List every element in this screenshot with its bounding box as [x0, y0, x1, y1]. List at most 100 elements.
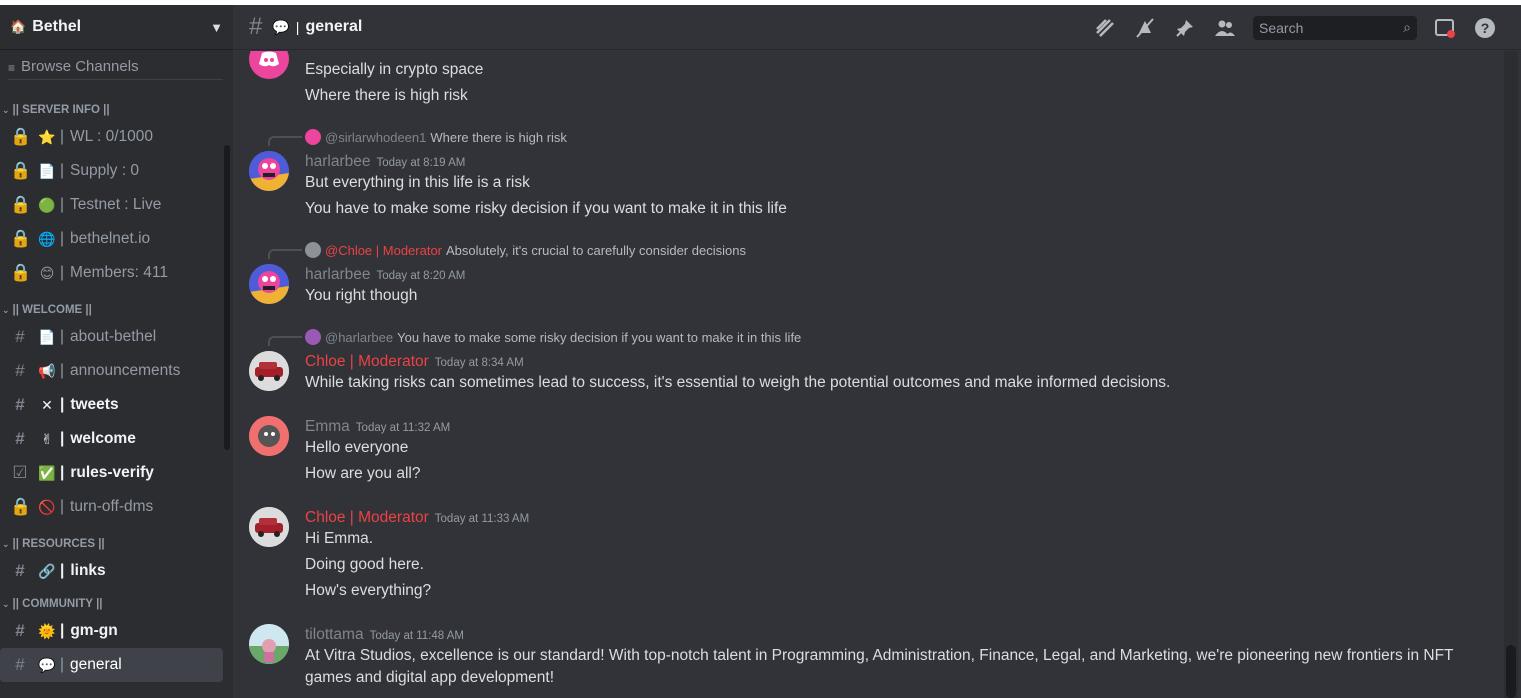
avatar[interactable]	[249, 151, 289, 191]
browse-channels[interactable]: ≡ Browse Channels	[8, 50, 223, 80]
page-emoji: 📄	[38, 328, 56, 345]
channel-name: announcements	[70, 362, 181, 379]
browse-icon: ≡	[8, 61, 16, 75]
category-resources[interactable]: ⌄ || RESOURCES ||	[0, 534, 233, 554]
channel-name: Members: 411	[70, 264, 168, 281]
channel-members[interactable]: 🔒 😊 | Members: 411	[0, 256, 233, 290]
channel-name: general	[70, 656, 122, 673]
channel-links[interactable]: # 🔗 | links	[0, 554, 233, 588]
server-header[interactable]: 🏠 Bethel ▼	[0, 5, 233, 50]
reply-spine	[268, 249, 302, 259]
reply-username[interactable]: @sirlarwhodeen1	[325, 130, 426, 145]
house-icon: 🏠	[10, 19, 27, 34]
username[interactable]: Chloe | Moderator	[305, 509, 429, 526]
channel-name: bethelnet.io	[70, 230, 151, 247]
message-line: You have to make some risky decision if …	[305, 200, 787, 217]
pin-icon[interactable]	[1165, 5, 1205, 50]
checkbox-icon: ☑	[12, 463, 28, 482]
timestamp: Today at 8:19 AM	[376, 157, 466, 169]
channel-about-bethel[interactable]: # 📄 | about-bethel	[0, 320, 233, 354]
avatar	[305, 329, 321, 345]
inbox-icon[interactable]	[1425, 5, 1465, 50]
message-line: Doing good here.	[305, 556, 424, 573]
message-author: tilottama Today at 11:48 AM	[305, 626, 464, 644]
channel-turn-off-dms[interactable]: 🔒 🚫 | turn-off-dms	[0, 490, 233, 524]
sun-emoji: 🌞	[38, 622, 56, 639]
avatar[interactable]	[249, 624, 289, 664]
link-emoji: 🔗	[38, 562, 56, 579]
channel-name: rules-verify	[70, 464, 154, 481]
category-community[interactable]: ⌄ || COMMUNITY ||	[0, 594, 233, 614]
avatar[interactable]	[249, 351, 289, 391]
hash-icon: #	[15, 429, 25, 448]
reply-preview[interactable]: @harlarbee You have to make some risky d…	[305, 329, 801, 345]
search-input[interactable]: Search ⌕	[1253, 15, 1417, 40]
message-line: But everything in this life is a risk	[305, 174, 530, 191]
lock-icon: 🔒	[10, 161, 32, 180]
message-line: Where there is high risk	[305, 87, 468, 104]
channel-sidebar: 🏠 Bethel ▼ ≡ Browse Channels ⌄ || SERVER …	[0, 5, 233, 698]
caret-icon: ⌄	[2, 304, 10, 315]
reply-username[interactable]: @harlarbee	[325, 330, 393, 345]
notification-muted-icon[interactable]	[1125, 5, 1165, 50]
channel-gm-gn[interactable]: # 🌞 | gm-gn	[0, 614, 233, 648]
username[interactable]: harlarbee	[305, 153, 371, 170]
message-line: Hello everyone	[305, 439, 409, 456]
speech-bubble-emoji: 💬	[38, 656, 56, 673]
category-server-info[interactable]: ⌄ || SERVER INFO ||	[0, 100, 233, 120]
star-emoji: ⭐	[38, 128, 56, 145]
message-line: You right though	[305, 287, 418, 304]
victory-hand-emoji: ✌	[41, 430, 53, 447]
server-name: Bethel	[32, 18, 82, 35]
timestamp: Today at 11:48 AM	[369, 630, 464, 642]
username[interactable]: harlarbee	[305, 266, 371, 283]
channel-header: # 💬 | general Search ⌕ ?	[233, 5, 1521, 50]
globe-emoji: 🌐	[38, 230, 56, 247]
sidebar-scrollbar[interactable]	[224, 145, 230, 450]
avatar	[305, 129, 321, 145]
channel-tweets[interactable]: # ✕ | tweets	[0, 388, 233, 422]
threads-icon[interactable]	[1085, 5, 1125, 50]
avatar[interactable]	[249, 416, 289, 456]
channel-announcements[interactable]: # 📢 | announcements	[0, 354, 233, 388]
category-welcome[interactable]: ⌄ || WELCOME ||	[0, 300, 233, 320]
channel-testnet[interactable]: 🔒 🟢 | Testnet : Live	[0, 188, 233, 222]
help-icon[interactable]: ?	[1465, 5, 1505, 50]
reply-spine	[268, 336, 302, 346]
channel-wl[interactable]: 🔒 ⭐ | WL : 0/1000	[0, 120, 233, 154]
avatar[interactable]	[249, 264, 289, 304]
x-emoji: ✕	[41, 396, 53, 413]
message-scrollbar-thumb[interactable]	[1506, 645, 1516, 698]
lock-icon: 🔒	[10, 263, 32, 282]
channel-name: tweets	[70, 396, 119, 413]
no-entry-emoji: 🚫	[38, 498, 56, 515]
channel-name: welcome	[70, 430, 136, 447]
message-author: harlarbee Today at 8:20 AM	[305, 266, 465, 284]
reply-preview[interactable]: @sirlarwhodeen1 Where there is high risk	[305, 129, 567, 145]
caret-icon: ⌄	[2, 538, 10, 549]
discord-app: 🏠 Bethel ▼ ≡ Browse Channels ⌄ || SERVER …	[0, 5, 1521, 698]
channel-supply[interactable]: 🔒 📄 | Supply : 0	[0, 154, 233, 188]
reply-username[interactable]: @Chloe | Moderator	[325, 243, 442, 258]
avatar[interactable]	[249, 507, 289, 547]
message-line: How are you all?	[305, 465, 421, 482]
green-circle-emoji: 🟢	[38, 196, 56, 213]
channel-welcome[interactable]: # ✌ | welcome	[0, 422, 233, 456]
username[interactable]: Emma	[305, 418, 350, 435]
username[interactable]: tilottama	[305, 626, 364, 643]
timestamp: Today at 8:34 AM	[434, 357, 524, 369]
avatar[interactable]	[249, 51, 289, 79]
chevron-down-icon[interactable]: ▼	[210, 20, 223, 35]
username[interactable]: Chloe | Moderator	[305, 353, 429, 370]
channel-general[interactable]: # 💬 | general	[0, 648, 223, 682]
message-author: harlarbee Today at 8:19 AM	[305, 153, 465, 171]
channel-rules-verify[interactable]: ☑ ✅ | rules-verify	[0, 456, 233, 490]
member-list-icon[interactable]	[1205, 5, 1245, 50]
channel-name: turn-off-dms	[70, 498, 154, 515]
reply-preview[interactable]: @Chloe | Moderator Absolutely, it's cruc…	[305, 242, 746, 258]
reply-text: Absolutely, it's crucial to carefully co…	[446, 242, 746, 258]
channel-name: gm-gn	[70, 622, 118, 639]
lock-icon: 🔒	[10, 127, 32, 146]
channel-bethelnet[interactable]: 🔒 🌐 | bethelnet.io	[0, 222, 233, 256]
message-scrollbar-track[interactable]	[1504, 51, 1518, 698]
